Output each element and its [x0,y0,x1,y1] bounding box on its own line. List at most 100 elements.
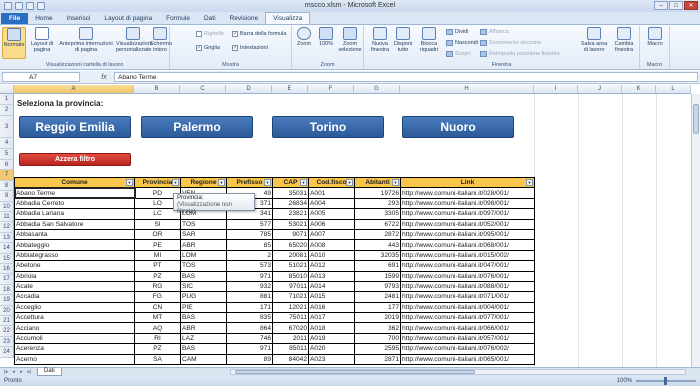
row-header[interactable]: 18 [0,284,14,296]
cell-comune[interactable]: Acciano [14,322,135,334]
row-header[interactable]: 7 [0,170,14,181]
cell-comune[interactable]: Abbiategrasso [14,249,135,262]
cell-link[interactable]: http://www.comuni-italiani.it/066/001/ [400,322,535,334]
cell-prefisso[interactable]: 971 [226,343,273,355]
cell-cod-fisco[interactable]: A017 [308,312,355,324]
cell-cap[interactable]: 97011 [272,280,309,293]
cell-prefisso[interactable]: 971 [226,270,273,282]
cell-regione[interactable]: PIE [180,301,227,314]
cell-abitanti[interactable]: 32035 [354,249,401,262]
row-header[interactable]: 24 [0,347,14,358]
cell-cod-fisco[interactable]: A014 [308,280,355,293]
cell-prefisso[interactable]: 89 [226,353,273,366]
filter-dropdown-icon[interactable]: ▼ [126,179,133,186]
cell-link[interactable]: http://www.comuni-italiani.it/065/001/ [400,353,535,366]
custom-views-button[interactable]: Visualizzazioni personalizzate [116,27,152,53]
cell-link[interactable]: http://www.comuni-italiani.it/077/001/ [400,312,535,324]
cell-abitanti[interactable]: 2595 [354,343,401,355]
cell-cap[interactable]: 35031 [272,187,309,199]
cell-abitanti[interactable]: 2019 [354,312,401,324]
row-header[interactable]: 5 [0,149,14,160]
switch-window-button[interactable]: Cambia finestra [610,27,638,53]
cell-link[interactable]: http://www.comuni-italiani.it/052/001/ [400,218,535,230]
cell-prefisso[interactable]: 864 [226,322,273,334]
freeze-panes-button[interactable]: Blocca riquadri [416,27,442,53]
cell-prefisso[interactable]: 746 [226,332,273,345]
cell-regione[interactable]: BAS [180,343,227,355]
cell-abitanti[interactable]: 700 [354,332,401,345]
filter-dropdown-icon[interactable]: ▼ [346,179,353,186]
next-sheet-icon[interactable]: ▸ [18,369,25,375]
cell-comune[interactable]: Abbateggio [14,239,135,251]
cell-comune[interactable]: Abriola [14,270,135,282]
cell-prefisso[interactable]: 881 [226,291,273,303]
cell-provincia[interactable]: SI [134,218,181,230]
sync-scroll-button[interactable]: Scorrimento sincrono [480,40,541,46]
unhide-button[interactable]: Scopri [446,51,471,57]
cell-comune[interactable]: Abano Terme [13,186,136,200]
cell-comune[interactable]: Abetone [14,260,135,272]
cell-provincia[interactable]: FG [134,291,181,303]
cell-cod-fisco[interactable]: A010 [308,249,355,262]
cell-cap[interactable]: 85011 [272,343,309,355]
cell-provincia[interactable]: RG [134,280,181,293]
cell-cod-fisco[interactable]: A008 [308,239,355,251]
cell-regione[interactable]: TOS [180,260,227,272]
sheet-tab-dati[interactable]: Dati [37,368,62,376]
cell-provincia[interactable]: SA [134,353,181,366]
prev-sheet-icon[interactable]: ◂ [10,369,17,375]
zoom-level[interactable]: 100% [617,378,632,384]
row-header[interactable]: 16 [0,264,14,275]
name-box[interactable]: A7 [2,72,80,82]
row-header[interactable]: 22 [0,326,14,337]
cell-abitanti[interactable]: 293 [354,197,401,210]
cell-cod-fisco[interactable]: A018 [308,322,355,334]
first-sheet-icon[interactable]: |◂ [2,369,9,375]
cell-link[interactable]: http://www.comuni-italiani.it/095/001/ [400,228,535,241]
page-layout-view-button[interactable]: Layout di pagina [28,27,56,53]
column-header-f[interactable]: F [308,85,354,94]
cell-link[interactable]: http://www.comuni-italiani.it/088/001/ [400,280,535,293]
cell-regione[interactable]: SIC [180,280,227,293]
cell-regione[interactable]: LOM [180,249,227,262]
row-header[interactable]: 19 [0,295,14,306]
arrange-all-button[interactable]: Disponi tutto [392,27,414,53]
province-button-nuoro[interactable]: Nuoro [402,116,514,138]
save-workspace-button[interactable]: Salva area di lavoro [580,27,608,53]
filter-dropdown-icon[interactable]: ▼ [300,179,307,186]
cell-prefisso[interactable]: 932 [226,280,273,293]
column-header-e[interactable]: E [272,85,308,94]
cell-link[interactable]: http://www.comuni-italiani.it/076/002/ [400,343,535,355]
fx-icon[interactable]: fx [94,74,114,81]
cell-cap[interactable]: 53021 [272,218,309,230]
cell-cod-fisco[interactable]: A013 [308,270,355,282]
normal-view-button[interactable]: Normale [2,27,26,59]
filter-dropdown-icon[interactable]: ▼ [172,179,179,186]
cell-provincia[interactable]: PE [134,239,181,251]
cell-comune[interactable]: Abbasanta [14,228,135,241]
cell-comune[interactable]: Acate [14,280,135,293]
row-header[interactable]: 13 [0,232,14,244]
worksheet-grid[interactable]: A B C D E F G H I J K L 1 2 3 4 5 6 7 8 9 10 11 12 1… [0,85,700,367]
new-window-button[interactable]: Nuova finestra [368,27,392,53]
cell-cod-fisco[interactable]: A012 [308,260,355,272]
cell-provincia[interactable]: RI [134,332,181,345]
minimize-button[interactable]: – [654,1,668,10]
row-header[interactable]: 8 [0,180,14,192]
cell-regione[interactable]: BAS [180,270,227,282]
cell-provincia[interactable]: AQ [134,322,181,334]
column-header-k[interactable]: K [622,85,656,94]
cell-comune[interactable]: Acceglio [14,301,135,314]
row-header[interactable]: 3 [0,116,14,138]
cell-provincia[interactable]: MT [134,312,181,324]
macro-button[interactable]: Macro [643,27,667,47]
cell-provincia[interactable]: PZ [134,343,181,355]
cell-comune[interactable]: Abbadia Lariana [14,208,135,220]
cell-cod-fisco[interactable]: A001 [308,187,355,199]
maximize-button[interactable]: □ [669,1,683,10]
row-header[interactable]: 21 [0,316,14,327]
cell-comune[interactable]: Abbadia San Salvatore [14,218,135,230]
row-header[interactable]: 1 [0,94,14,105]
formula-bar-checkbox[interactable]: ✓ Barra della formula [232,31,286,37]
cell-abitanti[interactable]: 443 [354,239,401,251]
